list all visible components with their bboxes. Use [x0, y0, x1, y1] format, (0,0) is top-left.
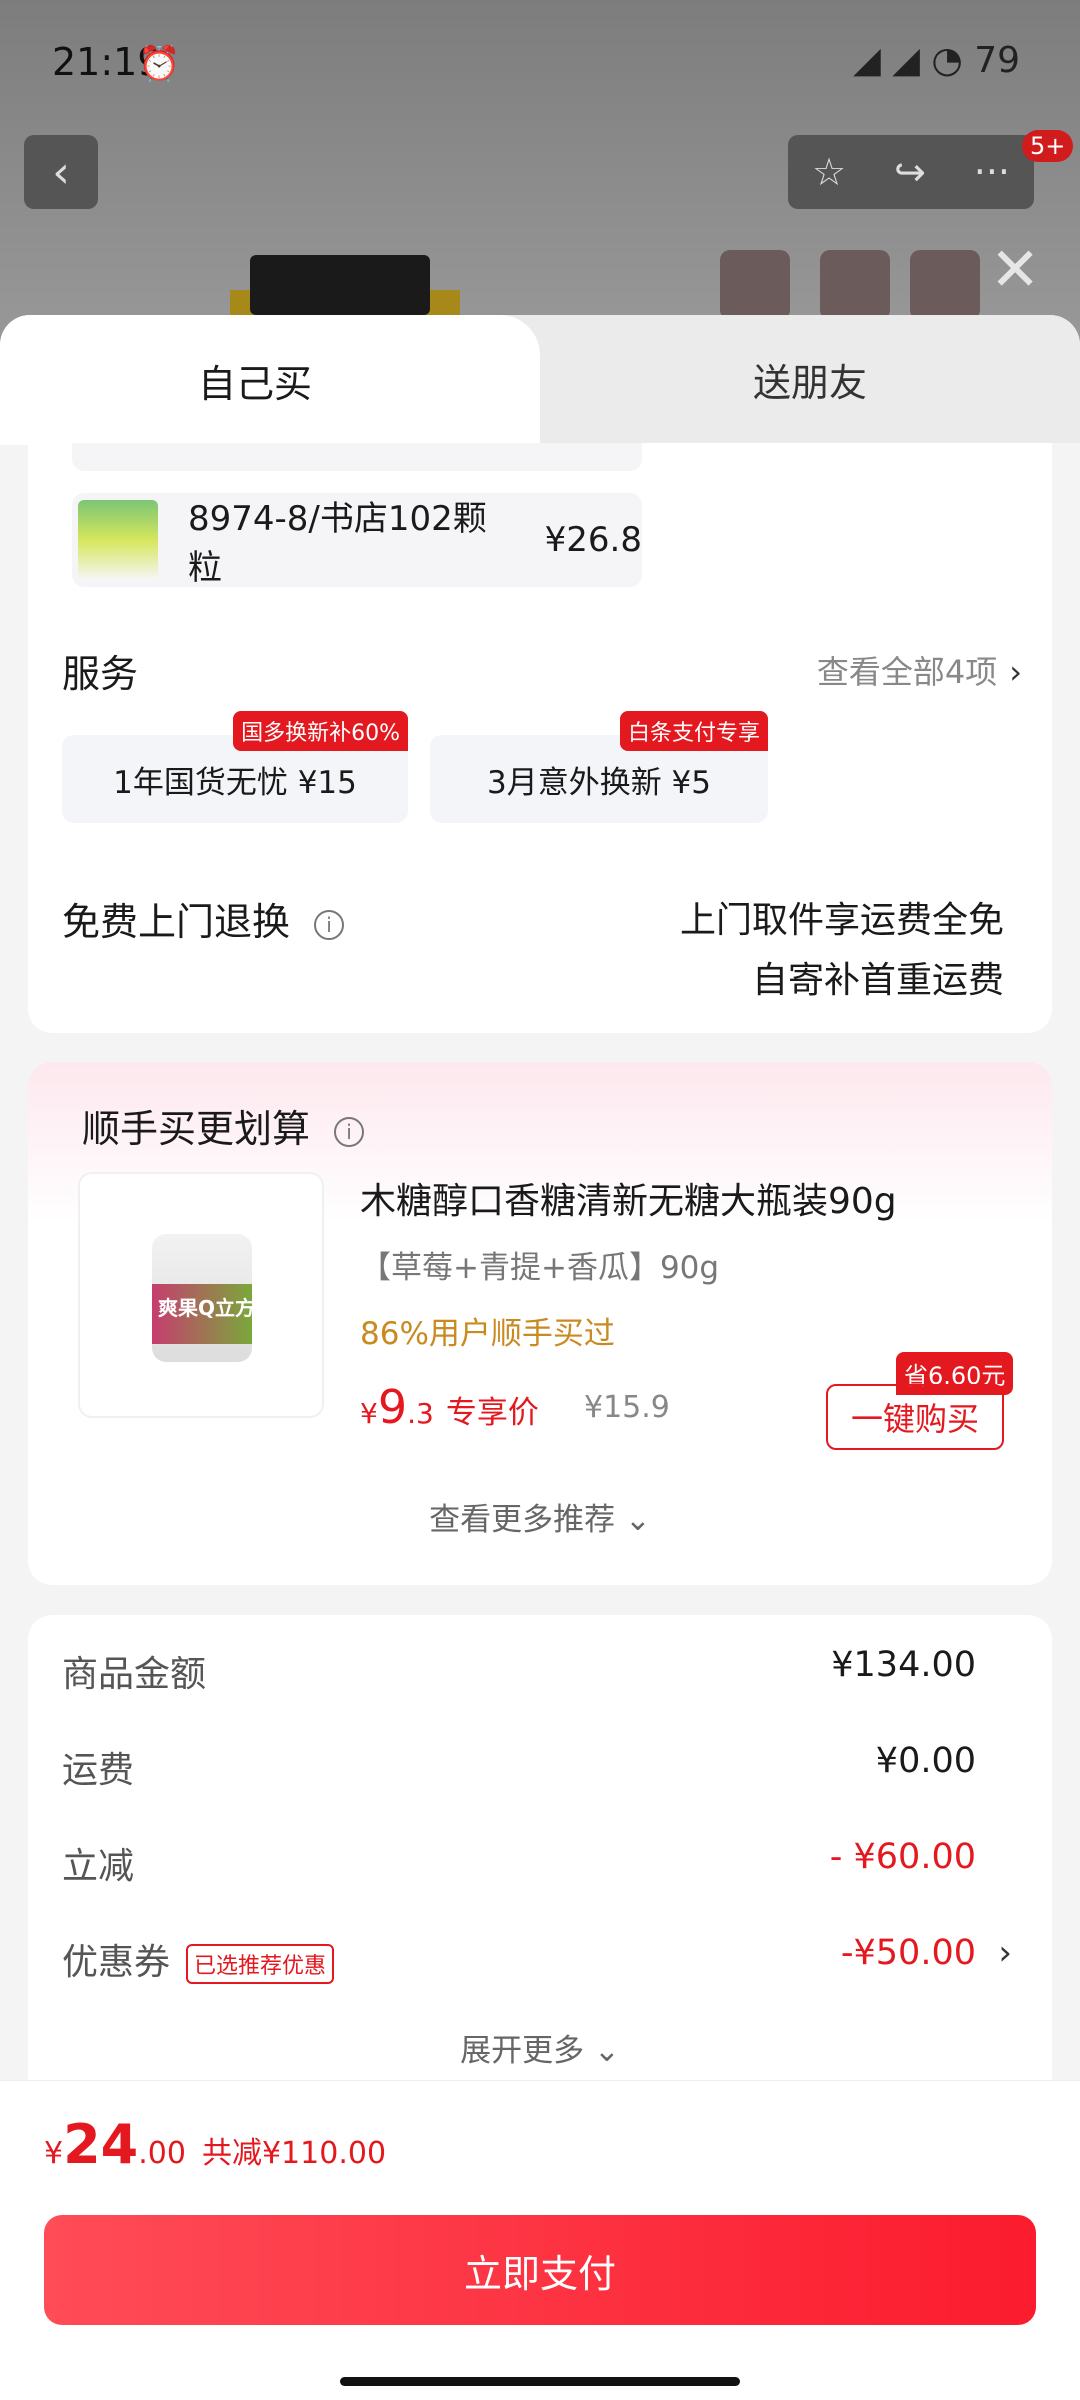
item-name: 8974-8/书店102颗粒	[187, 499, 487, 588]
recommend-product-image[interactable]: 爽果Q立方	[78, 1172, 324, 1418]
recommend-original-price: ¥15.9	[584, 1390, 670, 1425]
free-return-title: 免费上门退换 i	[62, 891, 345, 946]
more-recommendations-link[interactable]: 查看更多推荐 ⌄	[28, 1494, 1052, 1539]
coupon-tag: 已选推荐优惠	[186, 1944, 335, 1984]
service-tag: 国多换新补60%	[233, 711, 408, 751]
chevron-right-icon[interactable]: ›	[998, 1933, 1012, 1973]
recommend-product-name[interactable]: 木糖醇口香糖清新无糖大瓶装90g	[360, 1172, 897, 1224]
recommend-card: 顺手买更划算 i 爽果Q立方 木糖醇口香糖清新无糖大瓶装90g 【草莓+青提+香瓜…	[28, 1062, 1052, 1585]
free-return-line2: 自寄补首重运费	[751, 960, 1004, 1001]
more-icon[interactable]: ···	[974, 150, 1010, 194]
service-option[interactable]: 3月意外换新 ¥5 白条支付专享	[430, 711, 768, 823]
back-button[interactable]: ‹	[24, 135, 98, 209]
recommend-price: ¥9.3 专享价	[360, 1380, 539, 1434]
pay-now-button[interactable]: 立即支付	[44, 2215, 1036, 2325]
recommend-title: 顺手买更划算 i	[82, 1098, 365, 1153]
purchase-tabs: 送朋友 自己买	[0, 315, 1080, 445]
status-bar: 21:19 ⏰ ◢ ◢ ◔ 79	[0, 0, 1080, 120]
chevron-right-icon: ›	[1009, 653, 1022, 691]
chevron-left-icon: ‹	[52, 146, 70, 198]
order-card: 8974-8/书店102颗粒 ¥26.8 服务 查看全部4项 › 1年国货无忧 ¥…	[28, 443, 1052, 1033]
order-item-previous[interactable]	[72, 443, 642, 471]
tab-gift[interactable]: 送朋友	[540, 315, 1080, 443]
top-actions: ☆ ↪ ···	[788, 135, 1034, 209]
checkout-footer: ¥24.00 共减¥110.00 立即支付	[0, 2080, 1080, 2400]
order-item[interactable]: 8974-8/书店102颗粒 ¥26.8	[72, 493, 642, 588]
tab-self[interactable]: 自己买	[0, 315, 540, 445]
recommend-social-proof: 86%用户顺手买过	[360, 1316, 615, 1352]
info-icon[interactable]: i	[314, 909, 345, 940]
price-summary-card: 商品金额 ¥134.00 运费 ¥0.00 立减 - ¥60.00 优惠券 已选推…	[28, 1615, 1052, 2115]
summary-label: 立减	[62, 1846, 135, 1887]
message-badge: 5+	[1022, 130, 1074, 162]
summary-value: - ¥60.00	[829, 1837, 976, 1877]
summary-value: ¥0.00	[875, 1741, 976, 1781]
recommend-product-spec: 【草莓+青提+香瓜】90g	[360, 1250, 720, 1286]
expand-more-link[interactable]: 展开更多 ⌄	[28, 2025, 1052, 2070]
free-return-line1: 上门取件享运费全免	[679, 900, 1004, 941]
one-click-buy-button[interactable]: 一键购买	[826, 1384, 1004, 1450]
total-saved: 共减¥110.00	[201, 2136, 387, 2171]
coupon-row[interactable]: 优惠券 已选推荐优惠	[62, 1933, 335, 1985]
close-icon[interactable]: ✕	[990, 235, 1040, 305]
summary-label: 商品金额	[62, 1654, 207, 1695]
service-option[interactable]: 1年国货无忧 ¥15 国多换新补60%	[62, 711, 408, 823]
coupon-value[interactable]: -¥50.00	[841, 1933, 976, 1973]
home-indicator	[340, 2377, 740, 2386]
services-title: 服务	[62, 652, 139, 696]
info-icon[interactable]: i	[334, 1116, 365, 1147]
summary-value: ¥134.00	[831, 1645, 976, 1685]
service-tag: 白条支付专享	[619, 711, 768, 751]
alarm-icon: ⏰	[138, 44, 181, 84]
item-thumbnail	[78, 500, 158, 580]
services-view-all[interactable]: 查看全部4项 ›	[817, 647, 1022, 693]
star-icon[interactable]: ☆	[812, 150, 846, 194]
summary-label: 运费	[62, 1750, 135, 1791]
item-price: ¥26.8	[544, 520, 642, 560]
total-price: ¥24.00 共减¥110.00	[44, 2113, 387, 2176]
battery-indicator: ◢ ◢ ◔ 79	[853, 40, 1020, 81]
share-icon[interactable]: ↪	[894, 150, 926, 194]
